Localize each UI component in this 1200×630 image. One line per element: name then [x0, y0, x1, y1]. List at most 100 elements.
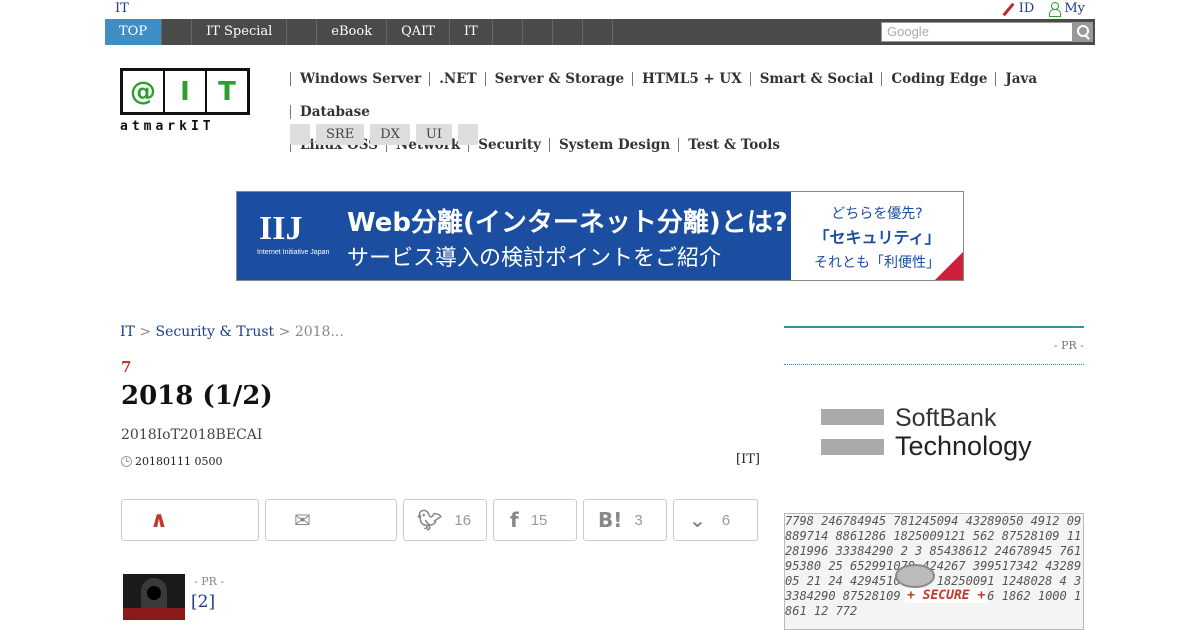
nav-item-blank[interactable]: [287, 19, 318, 45]
nav-item-qait[interactable]: QAIT: [387, 19, 450, 45]
article-deck: 2018IoT2018BECAI: [121, 427, 263, 443]
pencil-icon: [1001, 2, 1015, 16]
category-link[interactable]: HTML5 + UX: [632, 72, 750, 86]
pr-label: - PR -: [194, 575, 225, 588]
breadcrumb-sep: >: [139, 324, 152, 340]
banner-side-line: 「セキュリティ」: [813, 228, 941, 247]
util-id-link[interactable]: ID: [1001, 1, 1035, 16]
pocket-icon: ⌄: [689, 508, 706, 532]
nav-item-it-special[interactable]: IT Special: [192, 19, 288, 45]
mail-icon: ✉: [294, 508, 311, 532]
twitter-count: 16: [454, 511, 472, 529]
tag-button[interactable]: [290, 124, 310, 145]
article-source: [IT]: [736, 452, 760, 467]
hatena-button[interactable]: B! 3: [583, 499, 667, 541]
util-account-links: ID My: [1001, 1, 1085, 17]
nav-item-it[interactable]: IT: [450, 19, 493, 45]
pr-link[interactable]: [2]: [191, 592, 215, 612]
thumb-keyboard-shape: [123, 608, 185, 620]
ad-digit-pattern: 7798 246784945 781245094 43289050 4912 0…: [785, 514, 1082, 618]
nav-item-blank[interactable]: [493, 19, 523, 45]
util-id-label: ID: [1018, 1, 1035, 16]
breadcrumb-current: 2018...: [294, 324, 344, 340]
nav-item-blank[interactable]: [523, 19, 553, 45]
util-it-link[interactable]: IT: [115, 1, 129, 16]
thumb-face-shape: [147, 586, 161, 600]
twitter-button[interactable]: 🐦︎ 16: [403, 499, 487, 541]
facebook-button[interactable]: f 15: [493, 499, 577, 541]
arrow-right-icon: [935, 252, 963, 280]
tag-button[interactable]: DX: [370, 124, 410, 145]
category-link[interactable]: .NET: [429, 72, 484, 86]
main-nav: TOP IT Special eBook QAIT IT Google: [105, 19, 1095, 45]
category-link[interactable]: Smart & Social: [749, 72, 882, 86]
category-link[interactable]: System Design: [548, 138, 678, 152]
sidebar-ad-softbank[interactable]: SoftBank Technology: [821, 404, 1051, 464]
category-link[interactable]: Database: [290, 105, 378, 119]
breadcrumb-section[interactable]: Security & Trust: [156, 324, 275, 340]
key-icon: [895, 564, 935, 588]
breadcrumb-sep: >: [278, 324, 291, 340]
nav-item-blank[interactable]: [553, 19, 583, 45]
page-title: 2018 (1/2): [121, 381, 273, 411]
pdf-button[interactable]: ∧: [121, 499, 259, 541]
nav-item-top[interactable]: TOP: [105, 19, 163, 45]
banner-subline: サービス導入の検討ポイントをご紹介: [347, 246, 722, 271]
nav-item-blank[interactable]: [162, 19, 193, 45]
util-my-label: My: [1064, 1, 1085, 16]
article-kicker: 7: [121, 358, 132, 376]
category-link[interactable]: Security: [468, 138, 549, 152]
clock-icon: [121, 456, 132, 467]
category-nav: Windows Server .NET Server & Storage HTML5 …: [290, 66, 1090, 165]
pdf-icon: ∧: [150, 507, 168, 533]
twitter-icon: 🐦︎: [417, 508, 443, 532]
category-link[interactable]: Coding Edge: [881, 72, 995, 86]
sidebar-ad-secure[interactable]: 7798 246784945 781245094 43289050 4912 0…: [784, 513, 1084, 630]
logo-cell: I: [165, 71, 207, 112]
tag-button[interactable]: SRE: [316, 124, 365, 145]
ad-line2: Technology: [895, 431, 1032, 461]
facebook-icon: f: [510, 508, 519, 532]
logo-box: @ I T: [120, 68, 250, 115]
site-logo[interactable]: @ I T atmarkIT: [120, 68, 250, 134]
hatena-icon: B!: [598, 508, 623, 532]
tag-list: SRE DX UI: [290, 124, 478, 145]
mail-button[interactable]: ✉: [265, 499, 397, 541]
pr-thumbnail[interactable]: [123, 574, 185, 620]
logo-cell: @: [123, 71, 165, 112]
ad-logo-bar: [821, 439, 884, 455]
sidebar-top-rule: [784, 326, 1084, 328]
breadcrumb-root[interactable]: IT: [120, 324, 135, 340]
search-icon[interactable]: [1073, 22, 1093, 42]
banner-side-line: どちらを優先?: [831, 206, 923, 222]
banner-brand-sub: Internet Initiative Japan: [257, 249, 330, 256]
banner-headline: Web分離(インターネット分離)とは?: [347, 208, 788, 238]
banner-brand: IIJ: [259, 210, 303, 247]
tag-button[interactable]: UI: [415, 124, 452, 145]
category-link[interactable]: Java: [995, 72, 1045, 86]
tag-button[interactable]: [457, 124, 478, 145]
logo-cell: T: [218, 76, 236, 107]
util-my-link[interactable]: My: [1048, 1, 1085, 17]
breadcrumb: IT > Security & Trust > 2018...: [120, 324, 344, 340]
person-icon: [1048, 1, 1062, 17]
logo-wordmark: atmarkIT: [120, 119, 215, 134]
article-date: 20180111 0500: [121, 455, 222, 468]
ad-logo-bar: [821, 409, 884, 425]
pocket-count: 6: [721, 511, 731, 529]
search-input[interactable]: Google: [881, 22, 1073, 42]
sidebar-divider: [784, 364, 1084, 365]
category-link[interactable]: Windows Server: [290, 72, 429, 86]
ad-secure-label: + SECURE +: [905, 588, 988, 603]
category-link[interactable]: Server & Storage: [484, 72, 632, 86]
article-date-text: 20180111 0500: [135, 455, 223, 468]
pocket-button[interactable]: ⌄ 6: [673, 499, 758, 541]
nav-item-blank[interactable]: [583, 19, 613, 45]
facebook-count: 15: [530, 511, 548, 529]
utility-bar: IT ID My: [0, 0, 1200, 19]
sidebar-pr-label: - PR -: [1053, 339, 1084, 352]
banner-ad[interactable]: IIJ Internet Initiative Japan Web分離(インター…: [236, 191, 964, 281]
hatena-count: 3: [634, 511, 643, 529]
category-link[interactable]: Test & Tools: [678, 138, 788, 152]
nav-item-ebook[interactable]: eBook: [317, 19, 388, 45]
